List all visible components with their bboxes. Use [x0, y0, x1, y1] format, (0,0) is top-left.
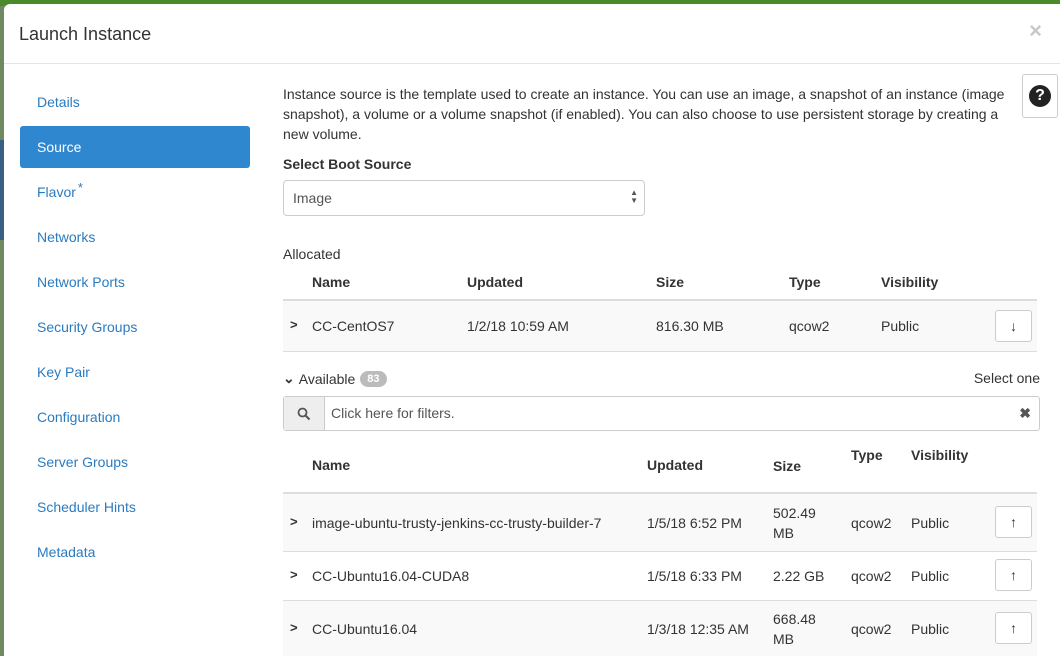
allocated-row-updated: 1/2/18 10:59 AM: [467, 318, 569, 334]
search-icon: [284, 397, 325, 430]
close-icon[interactable]: ×: [1029, 18, 1042, 44]
allocated-header-updated: Updated: [467, 274, 523, 290]
available-row-visibility: Public: [911, 515, 950, 531]
available-row-visibility: Public: [911, 621, 950, 637]
available-row-name: image-ubuntu-trusty-jenkins-cc-trusty-bu…: [312, 515, 602, 531]
allocated-header-name: Name: [312, 274, 351, 290]
chevron-right-icon[interactable]: >: [290, 514, 300, 529]
available-header-type: Type: [851, 447, 883, 463]
sidebar-item-label: Key Pair: [37, 364, 90, 380]
sidebar-item-flavor[interactable]: Flavor *: [20, 171, 250, 213]
sidebar-item-server-groups[interactable]: Server Groups: [20, 441, 250, 483]
allocated-header-size: Size: [656, 274, 685, 290]
boot-source-select[interactable]: Image ▲ ▼: [283, 180, 645, 216]
allocate-button[interactable]: ↑: [995, 506, 1032, 538]
available-row-type: qcow2: [851, 621, 892, 637]
sidebar-item-configuration[interactable]: Configuration: [20, 396, 250, 438]
available-header-name: Name: [312, 457, 351, 473]
arrow-down-icon: ↓: [1010, 318, 1017, 334]
allocate-button[interactable]: ↑: [995, 612, 1032, 644]
available-row-size-unit: MB: [773, 631, 794, 647]
sidebar-item-label: Scheduler Hints: [37, 499, 136, 515]
sidebar-item-label: Details: [37, 94, 80, 110]
available-row-updated: 1/5/18 6:33 PM: [647, 568, 742, 584]
available-header-updated: Updated: [647, 457, 703, 473]
allocated-label: Allocated: [283, 246, 341, 262]
sidebar-item-key-pair[interactable]: Key Pair: [20, 351, 250, 393]
boot-source-label: Select Boot Source: [283, 156, 412, 172]
available-row-name: CC-Ubuntu16.04-CUDA8: [312, 568, 470, 584]
available-row-size: 502.49: [773, 505, 816, 521]
arrow-up-icon: ↑: [1010, 514, 1017, 530]
sidebar-item-label: Configuration: [37, 409, 121, 425]
available-row-size-unit: MB: [773, 525, 794, 541]
available-row-visibility: Public: [911, 568, 950, 584]
question-circle-icon: ?: [1029, 85, 1051, 107]
allocated-row-type: qcow2: [789, 318, 830, 334]
sidebar-item-network-ports[interactable]: Network Ports: [20, 261, 250, 303]
available-row-updated: 1/3/18 12:35 AM: [647, 621, 749, 637]
available-toggle[interactable]: ⌄ Available 83: [283, 370, 387, 387]
clear-filter-icon[interactable]: ✖: [1019, 397, 1031, 430]
boot-source-value: Image: [293, 190, 332, 206]
sidebar-item-label: Network Ports: [37, 274, 125, 290]
arrow-up-icon: ↑: [1010, 620, 1017, 636]
sidebar-item-label: Networks: [37, 229, 96, 245]
allocated-header-type: Type: [789, 274, 821, 290]
sidebar-item-details[interactable]: Details: [20, 81, 250, 123]
modal-header: Launch Instance ×: [4, 4, 1060, 64]
available-row-name: CC-Ubuntu16.04: [312, 621, 418, 637]
sidebar-item-label: Server Groups: [37, 454, 129, 470]
sidebar-item-label: Metadata: [37, 544, 96, 560]
sidebar-item-label: Security Groups: [37, 319, 138, 335]
allocated-header-visibility: Visibility: [881, 274, 939, 290]
help-button[interactable]: ?: [1022, 74, 1058, 118]
allocated-row-name: CC-CentOS7: [312, 318, 395, 334]
sidebar-item-security-groups[interactable]: Security Groups: [20, 306, 250, 348]
available-header-size: Size: [773, 458, 802, 474]
chevron-right-icon[interactable]: >: [290, 620, 300, 635]
source-intro-text: Instance source is the template used to …: [283, 86, 1005, 142]
chevron-right-icon[interactable]: >: [290, 567, 300, 582]
chevron-right-icon[interactable]: >: [290, 317, 300, 332]
wizard-sidebar: Details Source Flavor * Networks Network …: [20, 81, 250, 576]
chevron-down-icon: ⌄: [283, 370, 295, 386]
sidebar-item-networks[interactable]: Networks: [20, 216, 250, 258]
available-row-size: 668.48: [773, 611, 816, 627]
allocated-row-visibility: Public: [881, 318, 920, 334]
allocated-row-size: 816.30 MB: [656, 318, 724, 334]
arrow-up-icon: ↑: [1010, 567, 1017, 583]
required-marker: *: [77, 180, 83, 195]
available-label: Available: [298, 370, 356, 387]
sidebar-item-label: Flavor: [37, 184, 76, 200]
available-row-size: 2.22 GB: [773, 568, 825, 584]
available-header-visibility: Visibility: [911, 447, 969, 463]
sidebar-item-scheduler-hints[interactable]: Scheduler Hints: [20, 486, 250, 528]
sidebar-item-metadata[interactable]: Metadata: [20, 531, 250, 573]
available-count-badge: 83: [360, 370, 387, 387]
available-row-updated: 1/5/18 6:52 PM: [647, 515, 742, 531]
sidebar-item-source[interactable]: Source: [20, 126, 250, 168]
allocate-button[interactable]: ↑: [995, 559, 1032, 591]
filter-input[interactable]: Click here for filters.: [331, 397, 455, 430]
available-row-type: qcow2: [851, 515, 892, 531]
filter-bar: Click here for filters. ✖: [283, 396, 1040, 431]
select-one-hint: Select one: [973, 370, 1040, 386]
available-row-type: qcow2: [851, 568, 892, 584]
deallocate-button[interactable]: ↓: [995, 310, 1032, 342]
row-divider: [283, 551, 1037, 552]
select-arrows-icon: ▲ ▼: [630, 188, 638, 205]
launch-instance-modal: Launch Instance × Details Source Flavor *…: [4, 4, 1060, 656]
modal-title: Launch Instance: [19, 24, 152, 44]
allocated-row-divider: [283, 351, 1037, 352]
sidebar-item-label: Source: [37, 139, 82, 155]
